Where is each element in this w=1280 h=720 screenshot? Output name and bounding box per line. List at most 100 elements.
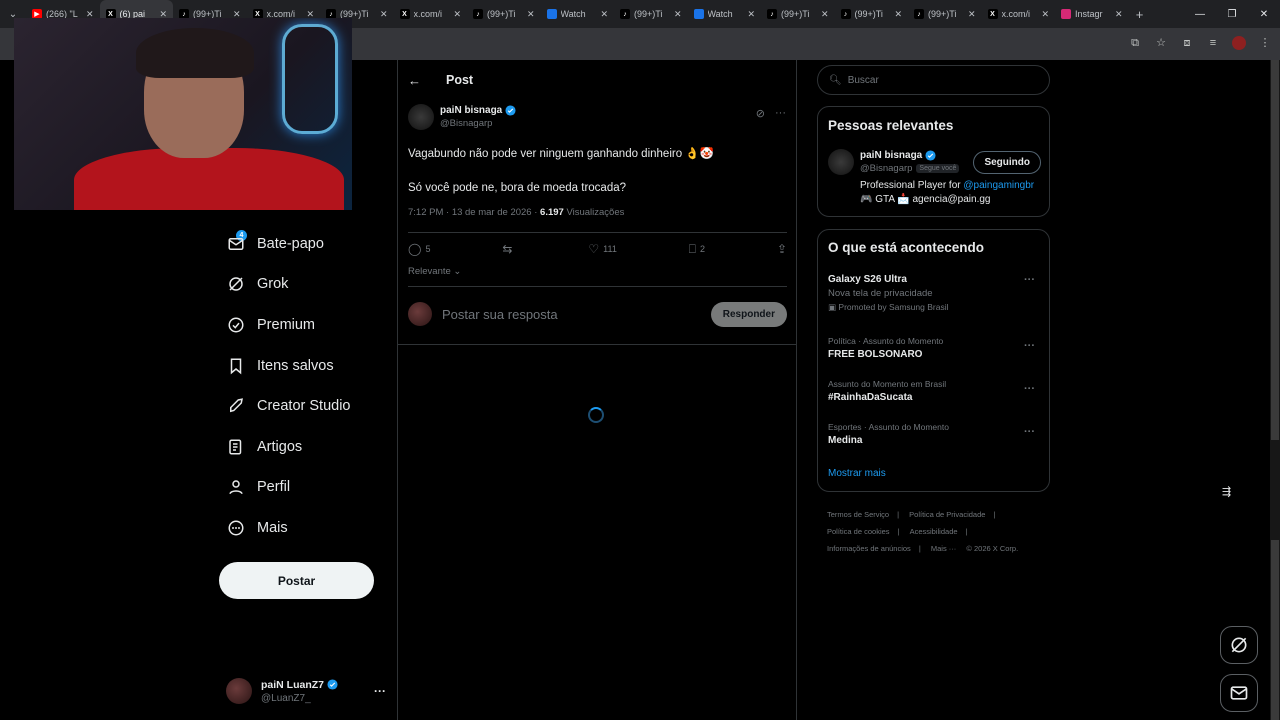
close-window-icon[interactable]: ✕: [1248, 9, 1280, 20]
close-tab-icon[interactable]: ✕: [747, 9, 755, 20]
like-button[interactable]: ♡ 111: [588, 242, 616, 256]
extensions-icon[interactable]: ⧈: [1180, 36, 1194, 50]
following-button[interactable]: Seguindo: [973, 150, 1041, 174]
sort-dropdown[interactable]: Relevante ⌄: [408, 266, 461, 277]
bookmark-icon: ⎕: [688, 241, 696, 256]
footer-links: Termos de Serviço | Política de Privacida…: [827, 510, 1019, 553]
close-tab-icon[interactable]: ✕: [453, 9, 461, 20]
close-tab-icon[interactable]: ✕: [600, 9, 608, 20]
trend-item[interactable]: Assunto do Momento em Brasil #RainhaDaSu…: [828, 379, 1041, 403]
new-tab-button[interactable]: +: [1129, 0, 1151, 28]
close-tab-icon[interactable]: ✕: [380, 9, 388, 20]
footer-link[interactable]: Acessibilidade: [910, 527, 958, 536]
trend-more-icon[interactable]: ···: [1024, 426, 1035, 438]
trend-more-icon[interactable]: ···: [1024, 274, 1035, 286]
nav-item[interactable]: Bate-papo: [226, 230, 324, 258]
footer-link[interactable]: Termos de Serviço: [827, 510, 889, 519]
tab-title: Watch: [560, 9, 586, 19]
verified-icon: [327, 679, 338, 690]
post-button[interactable]: Postar: [219, 562, 374, 599]
bookmark-star-icon[interactable]: ☆: [1154, 36, 1168, 50]
browser-tab[interactable]: ♪ (99+)Ti ✕: [467, 0, 541, 28]
page-scrollbar[interactable]: [1270, 60, 1280, 720]
nav-item[interactable]: Perfil: [226, 473, 290, 501]
post-more-icon[interactable]: ···: [775, 107, 786, 120]
browser-profile-avatar[interactable]: [1232, 36, 1246, 50]
browser-tab[interactable]: Xx.com/i ✕: [394, 0, 468, 28]
grok-icon[interactable]: ⊘: [756, 107, 765, 120]
nav-item[interactable]: Itens salvos: [226, 352, 334, 380]
install-icon[interactable]: ⧉: [1128, 36, 1142, 50]
trend-more-icon[interactable]: ···: [1024, 340, 1035, 352]
trend-item[interactable]: Política · Assunto do Momento FREE BOLSO…: [828, 336, 1041, 360]
browser-tab[interactable]: ♪ (99+)Ti ✕: [835, 0, 909, 28]
close-tab-icon[interactable]: ✕: [1041, 9, 1049, 20]
messages-fab[interactable]: [1220, 674, 1258, 712]
post-time[interactable]: 7:12 PM · 13 de mar de 2026 ·: [408, 207, 540, 218]
browser-tab[interactable]: Watch ✕: [688, 0, 762, 28]
scrollbar-thumb[interactable]: [1271, 540, 1279, 720]
author-avatar[interactable]: [408, 104, 434, 130]
footer-link[interactable]: Política de cookies: [827, 527, 890, 536]
post-text: Vagabundo não pode ver ninguem ganhando …: [408, 146, 788, 214]
nav-item[interactable]: Artigos: [226, 433, 302, 461]
share-button[interactable]: ⇪: [777, 242, 787, 256]
restore-icon[interactable]: ❐: [1216, 9, 1248, 20]
reply-count: 5: [425, 244, 431, 254]
account-more-icon[interactable]: ···: [374, 684, 386, 698]
relevant-name[interactable]: paiN bisnaga: [860, 150, 922, 161]
browser-menu-icon[interactable]: ⋮: [1258, 36, 1272, 50]
reply-input[interactable]: Postar sua resposta: [442, 307, 711, 322]
close-tab-icon[interactable]: ✕: [968, 9, 976, 20]
loading-spinner: [588, 407, 604, 423]
browser-tab[interactable]: Instagr ✕: [1055, 0, 1129, 28]
media-icon[interactable]: ≡: [1206, 36, 1220, 50]
nav-item[interactable]: Grok: [226, 270, 288, 298]
nav-item[interactable]: Creator Studio: [226, 392, 351, 420]
account-switcher[interactable]: paiN LuanZ7 @LuanZ7_ ···: [226, 674, 386, 708]
relevant-avatar[interactable]: [828, 149, 854, 175]
minimize-icon[interactable]: —: [1184, 9, 1216, 20]
footer-link[interactable]: Informações de anúncios: [827, 544, 911, 553]
back-arrow-icon[interactable]: ←: [408, 73, 424, 88]
footer-link[interactable]: Política de Privacidade: [909, 510, 985, 519]
trend-item[interactable]: Galaxy S26 Ultra Nova tela de privacidad…: [828, 274, 1041, 313]
scrollbar-thumb[interactable]: [1271, 60, 1279, 440]
reply-submit-button[interactable]: Responder: [710, 301, 787, 327]
nav-item[interactable]: Mais: [226, 514, 288, 542]
grok-fab[interactable]: [1220, 626, 1258, 664]
close-tab-icon[interactable]: ✕: [1115, 9, 1123, 20]
close-tab-icon[interactable]: ✕: [821, 9, 829, 20]
reply-button[interactable]: ◯ 5: [408, 242, 430, 256]
nav-item-label: Mais: [257, 520, 288, 536]
show-more-link[interactable]: Mostrar mais: [828, 468, 886, 479]
tab-title: (99+)Ti: [928, 9, 957, 19]
bookmark-count: 2: [699, 244, 705, 254]
translate-icon[interactable]: ⇶: [1222, 485, 1231, 498]
browser-tab[interactable]: ♪ (99+)Ti ✕: [908, 0, 982, 28]
post-tools: ⊘ ···: [756, 107, 786, 120]
browser-tab[interactable]: Xx.com/i ✕: [982, 0, 1056, 28]
trend-more-icon[interactable]: ···: [1024, 383, 1035, 395]
post-author[interactable]: paiN bisnaga @Bisnagarp: [408, 104, 516, 130]
tab-title: Instagr: [1075, 9, 1103, 19]
repost-button[interactable]: ⇆: [502, 242, 516, 256]
tiktok-icon: ♪: [840, 9, 851, 19]
footer-link[interactable]: Mais ···: [931, 544, 956, 553]
bio-link[interactable]: @paingamingbr: [963, 180, 1034, 191]
bookmark-button[interactable]: ⎕ 2: [689, 242, 705, 257]
close-tab-icon[interactable]: ✕: [894, 9, 902, 20]
close-tab-icon[interactable]: ✕: [527, 9, 535, 20]
author-handle[interactable]: @Bisnagarp: [440, 118, 516, 129]
browser-tab[interactable]: Watch ✕: [541, 0, 615, 28]
relevant-person[interactable]: paiN bisnaga @Bisnagarp Segue você Seguin…: [828, 149, 1041, 207]
search-input[interactable]: 🔍︎ Buscar: [817, 65, 1050, 95]
trend-title: Galaxy S26 Ultra: [828, 274, 907, 285]
trend-item[interactable]: Esportes · Assunto do Momento Medina ···: [828, 422, 1041, 446]
nav-item[interactable]: Premium: [226, 311, 315, 339]
globe-icon: [546, 9, 557, 19]
browser-tab[interactable]: ♪ (99+)Ti ✕: [614, 0, 688, 28]
close-tab-icon[interactable]: ✕: [674, 9, 682, 20]
browser-tab[interactable]: ♪ (99+)Ti ✕: [761, 0, 835, 28]
author-name[interactable]: paiN bisnaga: [440, 105, 502, 116]
